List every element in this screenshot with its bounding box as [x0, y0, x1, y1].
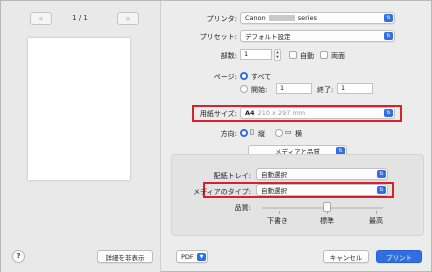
printer-suffix: series [297, 14, 317, 22]
pages-to-input[interactable]: 1 [337, 83, 373, 94]
quality-standard-label: 標準 [320, 217, 334, 225]
paper-size-value: A4 [245, 109, 255, 117]
chevron-updown-icon: ⇅ [377, 186, 386, 194]
landscape-label: 横 [295, 130, 302, 138]
hide-details-button[interactable]: 詳細を非表示 [97, 250, 153, 263]
chevron-updown-icon: ⇅ [384, 32, 393, 40]
printer-name: Canon [245, 14, 266, 22]
chevron-down-icon: ▼ [197, 252, 206, 261]
print-button[interactable]: プリント [376, 250, 422, 263]
portrait-icon: ▯ [250, 128, 254, 136]
pages-label: ページ: [213, 73, 237, 81]
quality-low-label: 下書き [267, 217, 288, 225]
media-type-select[interactable]: 自動選択 ⇅ [256, 184, 388, 196]
paper-size-dimensions: 210 x 297 mm [257, 109, 306, 117]
page-count: 1 / 1 [72, 14, 88, 22]
printer-label: プリンタ: [206, 15, 237, 23]
orientation-label: 方向: [220, 130, 237, 138]
double-chevron-right-icon: » [125, 14, 131, 23]
help-button[interactable]: ? [12, 250, 25, 263]
preview-pane: « 1 / 1 » ? 詳細を非表示 [1, 1, 161, 272]
chevron-updown-icon: ⇅ [384, 109, 393, 117]
chevron-updown-icon: ⇅ [377, 170, 386, 178]
copies-stepper[interactable]: ▲ ▼ [274, 49, 281, 61]
quality-high-label: 最高 [369, 217, 383, 225]
quality-tick [279, 211, 280, 214]
media-type-value: 自動選択 [261, 187, 287, 195]
quality-slider-knob[interactable] [323, 202, 331, 212]
chevron-updown-icon: ⇅ [384, 14, 393, 22]
redacted-model [268, 15, 295, 21]
paper-tray-value: 自動選択 [261, 171, 287, 179]
preset-select[interactable]: デフォルト設定 ⇅ [240, 30, 395, 42]
pages-from-label: 開始: [251, 86, 268, 94]
page-preview [28, 38, 130, 180]
paper-tray-select[interactable]: 自動選択 ⇅ [256, 168, 388, 180]
quality-label: 品質: [234, 204, 251, 212]
media-type-label: メディアのタイプ: [193, 188, 251, 196]
pages-all-radio[interactable] [240, 72, 248, 80]
pages-from-input[interactable]: 1 [276, 83, 312, 94]
pdf-menu-button[interactable]: PDF ▼ [176, 250, 208, 263]
cancel-button[interactable]: キャンセル [323, 250, 369, 263]
portrait-radio[interactable] [240, 129, 248, 137]
print-dialog: « 1 / 1 » ? 詳細を非表示 プリンタ: Canon series ⇅ … [0, 0, 432, 272]
landscape-icon: ▭ [285, 128, 292, 136]
preset-value: デフォルト設定 [245, 33, 291, 41]
copies-label: 部数: [220, 52, 237, 60]
paper-tray-label: 配紙トレイ: [213, 172, 251, 180]
pages-to-label: 終了: [317, 86, 334, 94]
double-chevron-left-icon: « [38, 14, 44, 23]
printer-select[interactable]: Canon series ⇅ [240, 12, 395, 24]
previous-page-button[interactable]: « [30, 12, 52, 25]
quality-tick [376, 211, 377, 214]
collate-label: 自動 [300, 52, 314, 60]
pages-all-label: すべて [251, 73, 272, 81]
duplex-checkbox[interactable] [320, 51, 328, 59]
pages-range-radio[interactable] [240, 85, 248, 93]
preset-label: プリセット: [199, 33, 237, 41]
pdf-label: PDF [181, 252, 194, 261]
duplex-label: 両面 [331, 52, 345, 60]
portrait-label: 縦 [258, 130, 265, 138]
next-page-button[interactable]: » [117, 12, 139, 25]
paper-size-label: 用紙サイズ: [199, 110, 237, 118]
collate-checkbox[interactable] [289, 51, 297, 59]
paper-size-select[interactable]: A4 210 x 297 mm ⇅ [240, 107, 395, 119]
copies-input[interactable]: 1 [240, 49, 272, 60]
landscape-radio[interactable] [275, 129, 283, 137]
